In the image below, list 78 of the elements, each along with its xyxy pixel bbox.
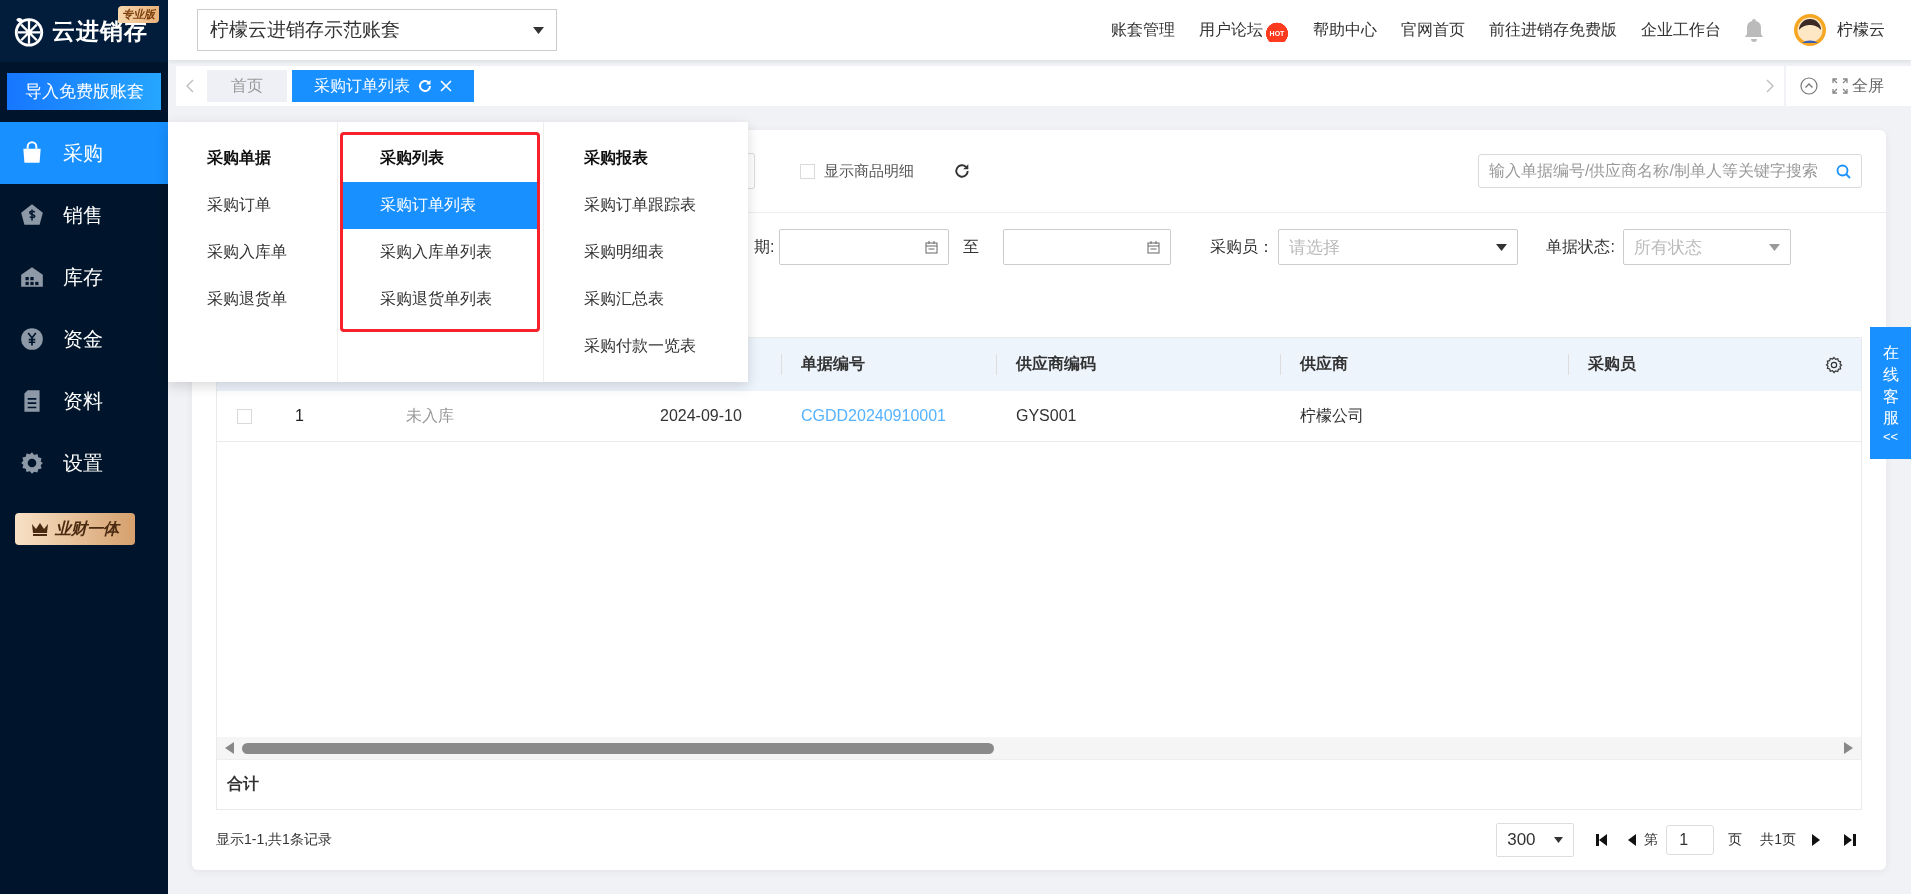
crown-icon	[31, 522, 49, 536]
menu-item[interactable]: 采购付款一览表	[546, 323, 745, 370]
dropdown-arrow-icon	[533, 26, 544, 34]
filter-label: 单据状态:	[1546, 236, 1615, 257]
top-link[interactable]: 帮助中心	[1301, 19, 1389, 41]
menu-item[interactable]: 采购退货单	[170, 276, 334, 323]
checkbox[interactable]	[800, 163, 815, 179]
page-count: 共1页	[1760, 831, 1796, 849]
scroll-left-icon[interactable]	[225, 742, 234, 754]
menu-item[interactable]: 采购订单	[170, 182, 334, 229]
last-page-icon[interactable]	[1844, 834, 1856, 846]
calendar-icon[interactable]	[1147, 240, 1161, 254]
table-cell-text: 1	[294, 407, 305, 425]
dropdown-arrow-icon	[1496, 243, 1508, 251]
user-name[interactable]: 柠檬云	[1837, 19, 1885, 41]
close-icon[interactable]	[440, 80, 452, 92]
bell-icon[interactable]	[1743, 18, 1765, 42]
settings-icon[interactable]	[1825, 355, 1843, 374]
page-label: 第	[1644, 831, 1659, 849]
table-cell-text: 柠檬公司	[1299, 405, 1365, 426]
search-icon[interactable]	[1836, 163, 1851, 179]
prev-page-icon[interactable]	[1628, 834, 1637, 846]
column-header[interactable]: 供应商编码	[1016, 354, 1096, 375]
dollar-tag-icon	[19, 202, 45, 228]
account-select[interactable]: 柠檬云进销存示范账套	[197, 9, 557, 51]
chevron-left-icon[interactable]	[186, 79, 194, 93]
column-header[interactable]: 供应商	[1300, 354, 1348, 375]
top-link[interactable]: 前往进销存免费版	[1477, 19, 1629, 41]
menu-item[interactable]: 采购汇总表	[546, 276, 745, 323]
nav-item[interactable]: 资金	[0, 308, 168, 370]
first-page-icon[interactable]	[1596, 834, 1609, 846]
top-link[interactable]: 企业工作台	[1629, 19, 1733, 41]
collapse-up-icon[interactable]	[1800, 77, 1818, 95]
fullscreen-icon	[1832, 78, 1848, 94]
page-size-select[interactable]: 300	[1496, 823, 1575, 857]
table-cell-text: 未入库	[405, 405, 455, 426]
nav-item[interactable]: 资料	[0, 370, 168, 432]
table-cell-text: GYS001	[1015, 407, 1078, 425]
filter-label: 采购员：	[1210, 236, 1275, 257]
page-label: 页	[1728, 831, 1743, 849]
next-page-icon[interactable]	[1812, 834, 1820, 846]
top-link[interactable]: 官网首页	[1389, 19, 1477, 41]
menu-heading: 采购列表	[379, 148, 445, 168]
scroll-right-icon[interactable]	[1844, 742, 1853, 754]
yen-coin-icon	[19, 326, 45, 352]
avatar[interactable]	[1793, 13, 1827, 47]
menu-item[interactable]: 采购入库单列表	[343, 229, 537, 276]
nav-item[interactable]: 设置	[0, 432, 168, 494]
dropdown-arrow-icon	[1768, 243, 1780, 251]
calendar-icon[interactable]	[925, 240, 939, 254]
promo-label: 业财一体	[55, 518, 119, 539]
filter-label: 至	[963, 236, 980, 257]
column-header[interactable]: 单据编号	[801, 354, 865, 375]
date-field[interactable]	[779, 229, 950, 265]
checkbox-label: 显示商品明细	[824, 161, 914, 181]
dropdown-field[interactable]	[748, 153, 755, 189]
chevron-right-icon[interactable]	[1766, 79, 1774, 93]
menu-item[interactable]: 采购入库单	[170, 229, 334, 276]
menu-item[interactable]: 采购退货单列表	[343, 276, 537, 323]
refresh-icon[interactable]	[954, 163, 970, 179]
record-summary: 显示1-1,共1条记录	[216, 831, 332, 849]
date-field[interactable]	[1003, 229, 1172, 265]
menu-item[interactable]: 采购明细表	[546, 229, 745, 276]
dropdown-arrow-icon	[1554, 837, 1564, 843]
page-input[interactable]: 1	[1666, 825, 1715, 855]
gear-icon	[19, 450, 45, 476]
table-cell-text: 2024-09-10	[659, 407, 743, 425]
totals-label: 合计	[226, 774, 260, 794]
menu-heading: 采购报表	[583, 148, 649, 168]
menu-item[interactable]: 采购订单跟踪表	[546, 182, 745, 229]
row-checkbox[interactable]	[237, 408, 252, 424]
nav-item[interactable]: 销售	[0, 184, 168, 246]
filter-label: 期:	[754, 236, 775, 257]
menu-heading: 采购单据	[206, 148, 272, 168]
top-link[interactable]: 账套管理	[1099, 19, 1187, 41]
column-header[interactable]: 采购员	[1588, 354, 1636, 375]
scrollbar[interactable]	[217, 737, 1861, 760]
nav-item[interactable]: 库存	[0, 246, 168, 308]
